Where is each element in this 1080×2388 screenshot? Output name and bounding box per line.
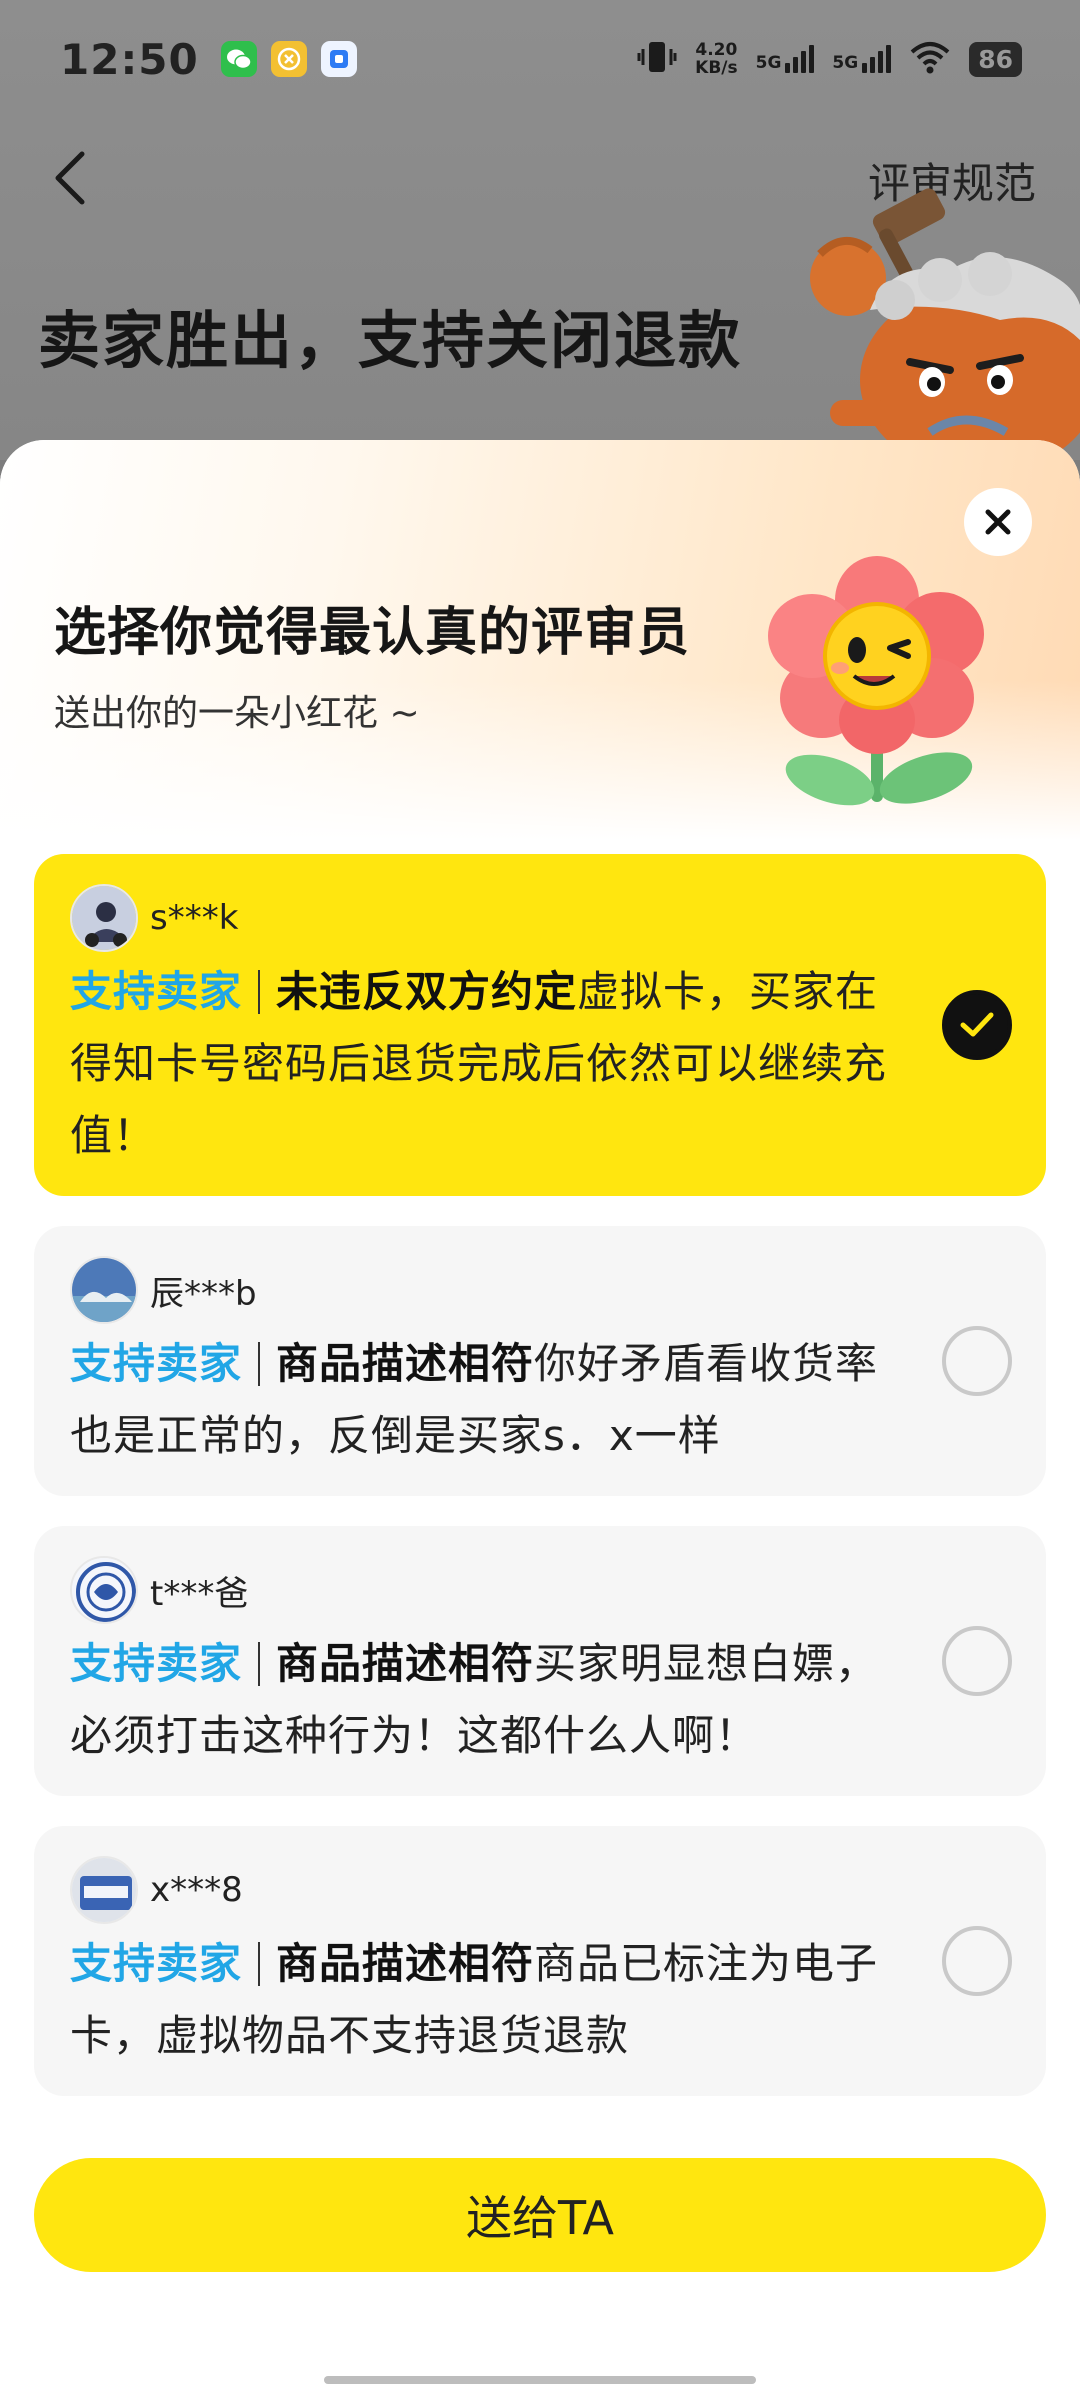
send-flower-button[interactable]: 送给TA [34, 2158, 1046, 2272]
check-icon [960, 1012, 994, 1037]
flower-mascot [752, 552, 1002, 814]
review-text: 支持卖家 商品描述相符商品已标注为电子卡，虚拟物品不支持退货退款 [70, 1928, 896, 2072]
verdict-title: 卖家胜出，支持关闭退款 [38, 304, 743, 377]
avatar [70, 1856, 138, 1924]
select-radio[interactable] [942, 1626, 1012, 1696]
review-card[interactable]: s***k 支持卖家 未违反双方约定虚拟卡，买家在得知卡号密码后退货完成后依然可以… [34, 854, 1046, 1196]
close-button[interactable] [964, 488, 1032, 556]
divider [258, 1942, 261, 1986]
reviewer-info: t***爸 [70, 1556, 896, 1624]
net-speed: 4.20 KB/s [695, 41, 737, 77]
alipay-icon [270, 41, 307, 77]
stance-label: 支持卖家 [70, 1339, 243, 1388]
signal-1-label: 5G [755, 53, 782, 73]
wifi-icon [909, 40, 951, 78]
review-text: 支持卖家 商品描述相符买家明显想白嫖，必须打击这种行为！这都什么人啊！ [70, 1628, 896, 1772]
stance-label: 支持卖家 [70, 967, 243, 1016]
stance-label: 支持卖家 [70, 1939, 243, 1988]
reviewer-select-sheet: 选择你觉得最认真的评审员 送出你的一朵小红花 ~ s***k 支持卖家 未违反双… [0, 440, 1080, 2388]
signal-2-label: 5G [832, 53, 859, 73]
reviewer-list: s***k 支持卖家 未违反双方约定虚拟卡，买家在得知卡号密码后退货完成后依然可以… [34, 854, 1046, 2126]
status-time: 12:50 [60, 34, 199, 84]
net-speed-unit: KB/s [695, 58, 738, 78]
review-card[interactable]: 辰***b 支持卖家 商品描述相符你好矛盾看收货率也是正常的，反倒是买家s．x一样 [34, 1226, 1046, 1496]
reviewer-name: t***爸 [150, 1573, 249, 1614]
reviewer-info: x***8 [70, 1856, 896, 1924]
select-radio[interactable] [942, 990, 1012, 1060]
review-text: 支持卖家 未违反双方约定虚拟卡，买家在得知卡号密码后退货完成后依然可以继续充值！ [70, 956, 896, 1172]
wechat-icon [220, 41, 257, 77]
criterion-label: 商品描述相符 [276, 1939, 535, 1988]
sheet-subtitle: 送出你的一朵小红花 ~ [54, 693, 420, 734]
reviewer-name: x***8 [150, 1870, 243, 1910]
signal-1: 5G [756, 45, 815, 73]
criterion-label: 商品描述相符 [276, 1639, 535, 1688]
criterion-label: 商品描述相符 [276, 1339, 535, 1388]
app-square-icon [320, 41, 357, 77]
divider [258, 1642, 261, 1686]
review-card[interactable]: t***爸 支持卖家 商品描述相符买家明显想白嫖，必须打击这种行为！这都什么人啊！ [34, 1526, 1046, 1796]
close-icon [985, 509, 1011, 535]
review-text: 支持卖家 商品描述相符你好矛盾看收货率也是正常的，反倒是买家s．x一样 [70, 1328, 896, 1472]
select-radio[interactable] [942, 1326, 1012, 1396]
divider [258, 970, 261, 1014]
signal-bars-icon [785, 45, 815, 73]
status-indicators: 4.20 KB/s 5G 5G 86 [637, 37, 1022, 81]
reviewer-name: 辰***b [150, 1273, 257, 1314]
reviewer-info: 辰***b [70, 1256, 896, 1324]
divider [258, 1342, 261, 1386]
status-bar: 12:50 4.20 KB/s 5G 5G 86 [0, 0, 1080, 118]
background-page: 12:50 4.20 KB/s 5G 5G 86 评审规范 卖家胜出，支持关闭退… [0, 0, 1080, 475]
avatar [70, 1556, 138, 1624]
crab-judge-mascot [800, 170, 1080, 475]
back-button[interactable] [46, 148, 94, 208]
sheet-title: 选择你觉得最认真的评审员 [54, 603, 691, 663]
net-speed-value: 4.20 [695, 40, 738, 60]
avatar [70, 884, 138, 952]
reviewer-info: s***k [70, 884, 896, 952]
battery-indicator: 86 [969, 41, 1022, 77]
reviewer-name: s***k [150, 898, 239, 938]
select-radio[interactable] [942, 1926, 1012, 1996]
criterion-label: 未违反双方约定 [276, 967, 578, 1016]
home-indicator[interactable] [324, 2376, 756, 2384]
stance-label: 支持卖家 [70, 1639, 243, 1688]
vibrate-icon [637, 37, 677, 81]
signal-2: 5G [832, 45, 892, 73]
back-arrow-icon [55, 151, 85, 205]
status-app-icons [220, 41, 357, 77]
review-card[interactable]: x***8 支持卖家 商品描述相符商品已标注为电子卡，虚拟物品不支持退货退款 [34, 1826, 1046, 2096]
signal-bars-icon [862, 45, 892, 73]
avatar [70, 1256, 138, 1324]
